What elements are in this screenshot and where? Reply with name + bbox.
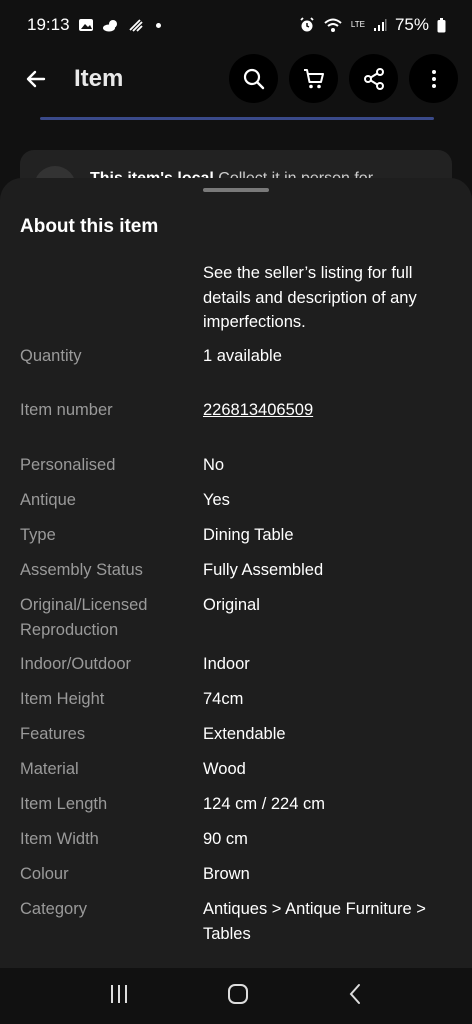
spec-label: Assembly Status — [20, 561, 143, 579]
spec-label: Item Length — [20, 795, 108, 813]
status-left: 19:13 — [27, 15, 161, 35]
volte-label: LTE — [350, 20, 365, 29]
status-right: LTE 75% — [299, 15, 446, 35]
spec-value: 74cm — [203, 690, 244, 708]
search-icon — [243, 68, 264, 89]
spec-value: Dining Table — [203, 526, 294, 544]
spec-value: Original — [203, 596, 260, 614]
notification-dot-icon — [155, 22, 161, 28]
spec-value: 124 cm / 224 cm — [203, 795, 325, 813]
spec-label: Quantity — [20, 347, 82, 365]
home-icon — [227, 983, 248, 1004]
spec-label: Item number — [20, 401, 113, 419]
spec-value: 90 cm — [203, 830, 248, 848]
arrow-left-icon — [26, 70, 46, 88]
spec-label: Category — [20, 900, 87, 918]
spec-value: Brown — [203, 865, 250, 883]
status-time: 19:13 — [27, 15, 70, 34]
spec-value: Extendable — [203, 725, 286, 743]
battery-percent: 75% — [394, 15, 429, 34]
recent-apps-icon — [111, 984, 128, 1003]
gallery-icon — [78, 18, 94, 32]
sheet-drag-handle[interactable] — [203, 188, 269, 192]
page-title: Item — [74, 65, 124, 92]
spec-value: Wood — [203, 760, 246, 778]
more-options-button[interactable] — [409, 54, 458, 103]
search-button[interactable] — [229, 54, 278, 103]
status-bar: 19:13 LTE 75% — [0, 0, 472, 50]
spec-label: Item Width — [20, 830, 99, 848]
background-divider — [40, 117, 434, 120]
volte-icon: LTE — [351, 21, 365, 29]
spec-label: Indoor/Outdoor — [20, 655, 131, 673]
app-bar-actions — [229, 54, 458, 103]
sheet-title: About this item — [20, 216, 159, 237]
share-icon — [363, 67, 384, 90]
weather-icon — [102, 19, 120, 32]
app-bar: Item — [0, 50, 472, 108]
spec-label: Type — [20, 526, 56, 544]
signal-icon — [373, 18, 387, 32]
spec-label: Antique — [20, 491, 76, 509]
share-button[interactable] — [349, 54, 398, 103]
home-button[interactable] — [226, 982, 250, 1011]
spec-value: Yes — [203, 491, 230, 509]
more-vert-icon — [431, 69, 436, 88]
cart-icon — [303, 68, 324, 88]
item-number-link[interactable]: 226813406509 — [203, 398, 458, 423]
cart-button[interactable] — [289, 54, 338, 103]
nav-back-button[interactable] — [345, 982, 365, 1011]
battery-icon — [437, 17, 446, 33]
spec-value: 1 available — [203, 347, 282, 365]
chevron-left-icon — [349, 983, 360, 1004]
spec-value: Fully Assembled — [203, 561, 324, 579]
alarm-icon — [299, 17, 315, 33]
spec-label: Original/Licensed Reproduction — [20, 596, 148, 639]
spec-label: Item Height — [20, 690, 105, 708]
spec-value: Antiques > Antique Furniture > Tables — [203, 900, 426, 943]
spec-value: Indoor — [203, 655, 250, 673]
recent-apps-button[interactable] — [107, 983, 131, 1010]
spec-label: Material — [20, 760, 79, 778]
spec-label: Colour — [20, 865, 69, 883]
system-nav-bar — [0, 968, 472, 1024]
back-button[interactable] — [18, 61, 54, 97]
wifi-icon — [323, 17, 343, 33]
spec-value: No — [203, 456, 225, 474]
spec-label: Personalised — [20, 456, 116, 474]
wifi-calling-icon — [128, 18, 144, 32]
seller-listing-note: See the seller’s listing for full detail… — [203, 264, 417, 331]
about-item-sheet: About this item See the seller’s listing… — [0, 178, 472, 968]
spec-label: Features — [20, 725, 86, 743]
